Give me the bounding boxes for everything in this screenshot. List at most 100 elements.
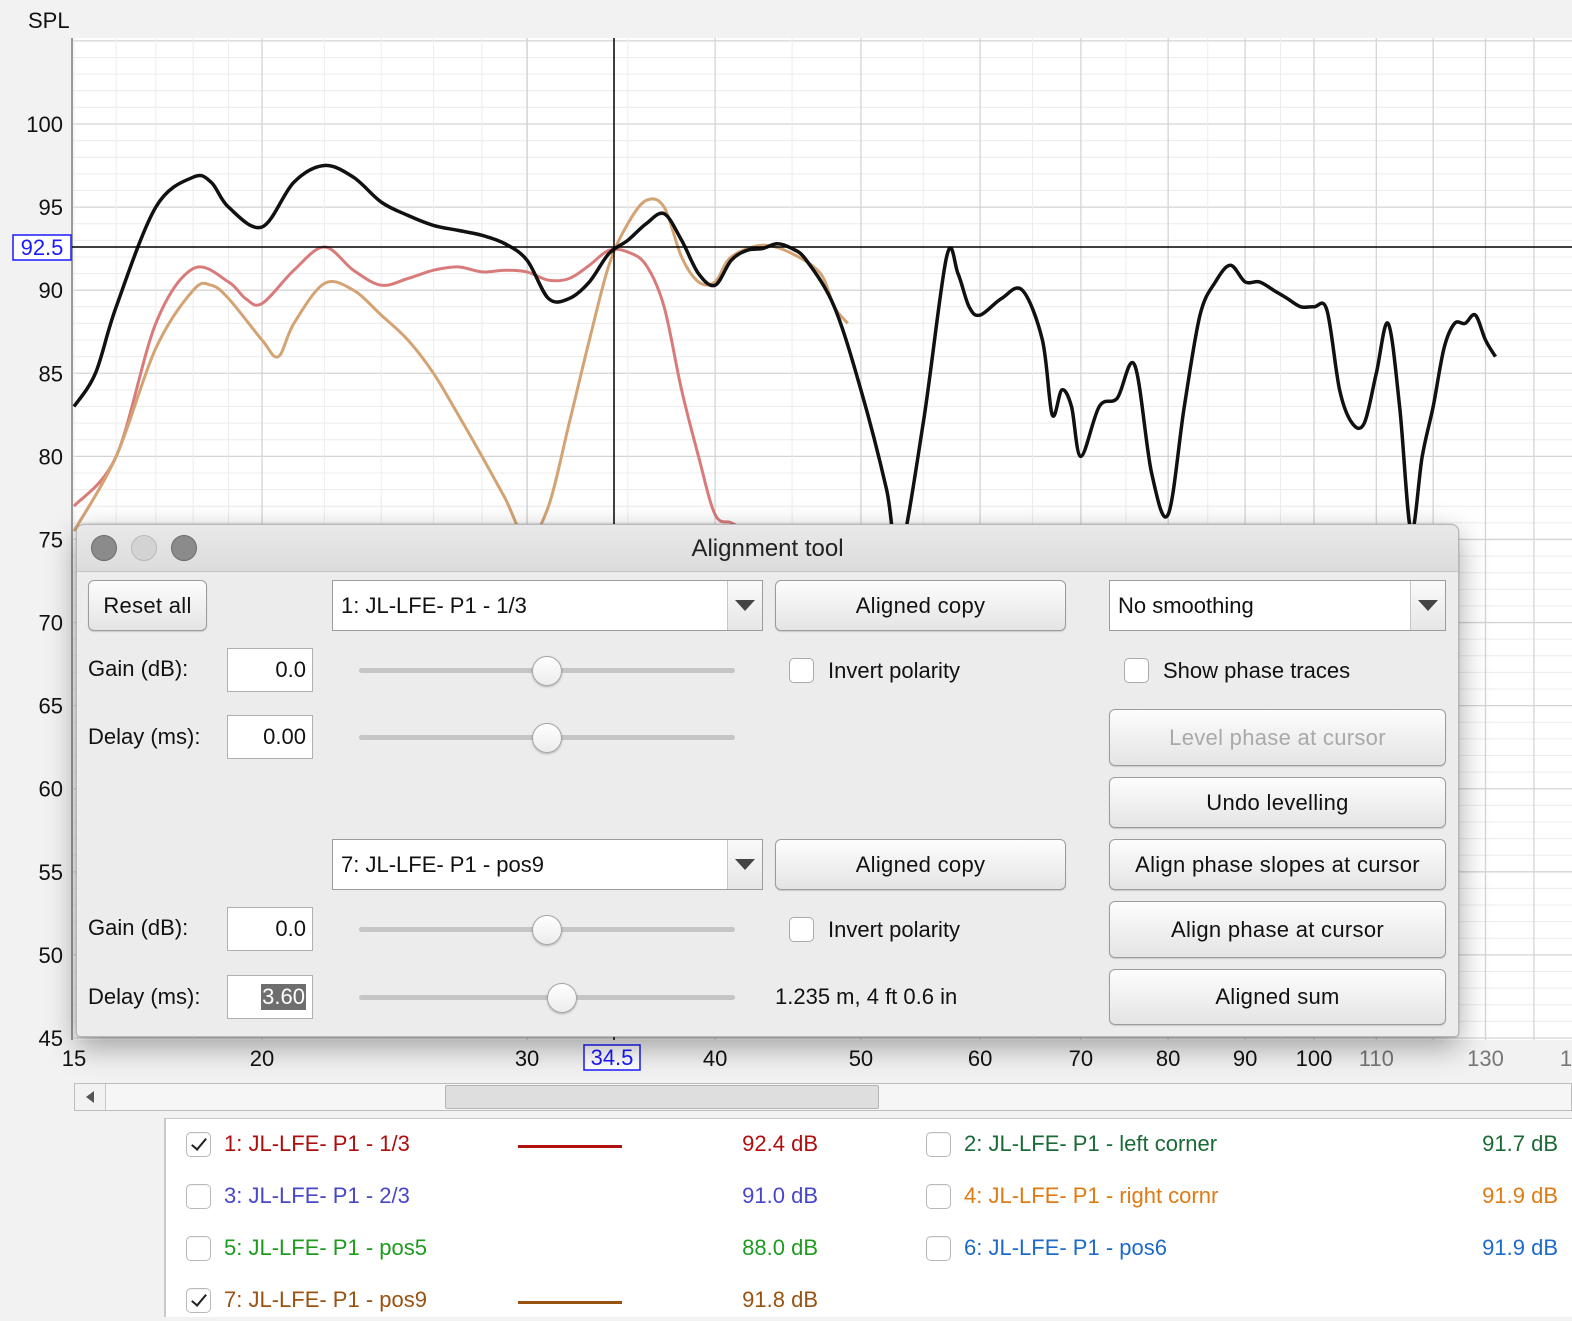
y-tick-label: 65 xyxy=(39,694,63,719)
y-tick-label: 60 xyxy=(39,777,63,802)
x-tick-label: 40 xyxy=(703,1046,727,1071)
top-gain-slider-knob[interactable] xyxy=(532,656,562,686)
legend-checkbox-2[interactable] xyxy=(926,1132,951,1157)
scroll-left-button[interactable] xyxy=(75,1084,106,1110)
bottom-delay-slider-knob[interactable] xyxy=(547,983,578,1013)
undo-levelling-button[interactable]: Undo levelling xyxy=(1109,777,1446,828)
top-measurement-value: 1: JL-LFE- P1 - 1/3 xyxy=(341,592,527,618)
smoothing-select[interactable]: No smoothing xyxy=(1109,580,1446,631)
y-tick-label: 45 xyxy=(39,1026,63,1051)
legend-value-7: 91.8 dB xyxy=(742,1287,818,1312)
legend-value-2: 91.7 dB xyxy=(1482,1131,1558,1156)
show-phase-traces-checkbox[interactable] xyxy=(1124,658,1149,683)
legend-row: 5: JL-LFE- P1 - pos5 88.0 dB 6: JL-LFE- … xyxy=(166,1229,1572,1269)
y-tick-label: 50 xyxy=(39,943,63,968)
alignment-tool-dialog: Alignment tool Reset all 1: JL-LFE- P1 -… xyxy=(76,524,1459,1037)
y-tick-label: 55 xyxy=(39,860,63,885)
top-aligned-copy-button[interactable]: Aligned copy xyxy=(775,580,1066,631)
legend-value-6: 91.9 dB xyxy=(1482,1235,1558,1260)
top-gain-field[interactable]: 0.0 xyxy=(227,648,313,692)
x-tick-label: 30 xyxy=(515,1046,539,1071)
cursor-x-label: 34.5 xyxy=(591,1045,634,1070)
legend-checkbox-6[interactable] xyxy=(926,1236,951,1261)
bottom-gain-field[interactable]: 0.0 xyxy=(227,907,313,951)
legend-name-5: 5: JL-LFE- P1 - pos5 xyxy=(224,1235,427,1260)
top-measurement-select[interactable]: 1: JL-LFE- P1 - 1/3 xyxy=(332,580,763,631)
show-phase-traces-label: Show phase traces xyxy=(1163,658,1351,683)
legend-name-2: 2: JL-LFE- P1 - left corner xyxy=(964,1131,1218,1156)
legend-name-3: 3: JL-LFE- P1 - 2/3 xyxy=(224,1183,410,1208)
legend-value-4: 91.9 dB xyxy=(1482,1183,1558,1208)
bottom-measurement-value: 7: JL-LFE- P1 - pos9 xyxy=(341,851,544,877)
bottom-aligned-copy-button[interactable]: Aligned copy xyxy=(775,839,1066,890)
bottom-gain-slider-knob[interactable] xyxy=(532,915,562,945)
legend-checkbox-1[interactable] xyxy=(186,1132,211,1157)
top-delay-slider-knob[interactable] xyxy=(532,723,562,753)
x-tick-label: 130 xyxy=(1467,1046,1504,1071)
y-tick-label: 85 xyxy=(39,361,63,386)
bottom-delay-field[interactable]: 3.60 xyxy=(227,975,313,1019)
top-invert-polarity-label: Invert polarity xyxy=(828,658,961,683)
y-tick-label: 75 xyxy=(39,527,63,552)
align-phase-at-cursor-button[interactable]: Align phase at cursor xyxy=(1109,901,1446,958)
dialog-title: Alignment tool xyxy=(691,535,844,562)
delay-distance-readout: 1.235 m, 4 ft 0.6 in xyxy=(775,984,958,1009)
legend-swatch-7 xyxy=(518,1301,622,1304)
align-phase-slopes-button[interactable]: Align phase slopes at cursor xyxy=(1109,839,1446,890)
legend-checkbox-5[interactable] xyxy=(186,1236,211,1261)
top-delay-label: Delay (ms): xyxy=(88,724,201,749)
y-tick-label: 100 xyxy=(26,112,63,137)
arrow-left-icon xyxy=(86,1091,94,1103)
y-tick-label: 90 xyxy=(39,278,63,303)
dropdown-arrow-icon[interactable] xyxy=(727,581,762,630)
legend-value-1: 92.4 dB xyxy=(742,1131,818,1156)
legend-checkbox-3[interactable] xyxy=(186,1184,211,1209)
x-tick-label: 15 xyxy=(62,1046,86,1071)
bottom-measurement-select[interactable]: 7: JL-LFE- P1 - pos9 xyxy=(332,839,763,890)
legend-value-5: 88.0 dB xyxy=(742,1235,818,1260)
x-tick-label: 90 xyxy=(1233,1046,1257,1071)
top-invert-polarity-checkbox[interactable] xyxy=(789,658,814,683)
reset-all-button[interactable]: Reset all xyxy=(88,580,207,631)
bottom-delay-label: Delay (ms): xyxy=(88,984,201,1009)
measurement-legend: 1: JL-LFE- P1 - 1/3 92.4 dB 2: JL-LFE- P… xyxy=(164,1118,1572,1317)
smoothing-value: No smoothing xyxy=(1118,592,1254,618)
y-tick-label: 95 xyxy=(39,195,63,220)
dialog-titlebar[interactable]: Alignment tool xyxy=(77,525,1458,572)
x-tick-label: 100 xyxy=(1296,1046,1333,1071)
dropdown-arrow-icon[interactable] xyxy=(727,840,762,889)
cursor-y-label: 92.5 xyxy=(21,235,64,260)
x-tick-label: 70 xyxy=(1069,1046,1093,1071)
x-tick-label: 80 xyxy=(1156,1046,1180,1071)
legend-checkbox-7[interactable] xyxy=(186,1288,211,1313)
legend-value-3: 91.0 dB xyxy=(742,1183,818,1208)
legend-name-4: 4: JL-LFE- P1 - right cornr xyxy=(964,1183,1219,1208)
legend-name-1: 1: JL-LFE- P1 - 1/3 xyxy=(224,1131,410,1156)
x-tick-label: 60 xyxy=(968,1046,992,1071)
legend-name-7: 7: JL-LFE- P1 - pos9 xyxy=(224,1287,427,1312)
legend-row: 3: JL-LFE- P1 - 2/3 91.0 dB 4: JL-LFE- P… xyxy=(166,1177,1572,1217)
bottom-invert-polarity-checkbox[interactable] xyxy=(789,917,814,942)
legend-row: 7: JL-LFE- P1 - pos9 91.8 dB xyxy=(166,1281,1572,1321)
x-tick-labels: 15 20 30 40 50 60 70 80 90 100 110 130 1 xyxy=(62,1046,1572,1071)
horizontal-scrollbar[interactable] xyxy=(74,1083,1572,1111)
x-tick-label: 20 xyxy=(250,1046,274,1071)
top-delay-field[interactable]: 0.00 xyxy=(227,715,313,759)
bottom-gain-label: Gain (dB): xyxy=(88,915,189,940)
x-tick-label: 1 xyxy=(1560,1046,1572,1071)
aligned-sum-button[interactable]: Aligned sum xyxy=(1109,969,1446,1025)
x-tick-label: 110 xyxy=(1359,1046,1394,1071)
y-axis-title: SPL xyxy=(28,8,70,33)
dropdown-arrow-icon[interactable] xyxy=(1410,581,1445,630)
bottom-delay-value-selected: 3.60 xyxy=(261,984,306,1010)
x-tick-label: 50 xyxy=(849,1046,873,1071)
y-tick-label: 80 xyxy=(39,444,63,469)
y-tick-label: 70 xyxy=(39,611,63,636)
scrollbar-thumb[interactable] xyxy=(445,1085,879,1109)
legend-checkbox-4[interactable] xyxy=(926,1184,951,1209)
legend-swatch-1 xyxy=(518,1145,622,1148)
bottom-invert-polarity-label: Invert polarity xyxy=(828,917,961,942)
level-phase-at-cursor-button[interactable]: Level phase at cursor xyxy=(1109,709,1446,766)
legend-row: 1: JL-LFE- P1 - 1/3 92.4 dB 2: JL-LFE- P… xyxy=(166,1125,1572,1165)
top-gain-label: Gain (dB): xyxy=(88,656,189,681)
